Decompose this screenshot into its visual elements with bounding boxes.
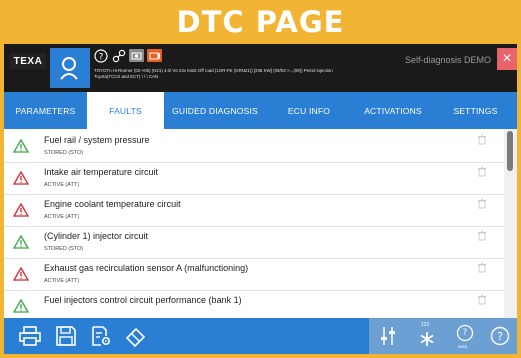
warning-triangle-icon (13, 267, 29, 281)
record-icon[interactable] (147, 49, 162, 62)
camera-icon[interactable] (129, 49, 144, 62)
link-icon[interactable] (112, 49, 126, 63)
fault-status: ACTIVE (ATT) (44, 278, 80, 284)
app-window: TEXA ? TOYOTA Hi-Runner (02->05) (N21) 4… (4, 44, 517, 354)
dtc-page-banner: DTC PAGE (0, 0, 521, 44)
tab-bar: PARAMETERS FAULTS GUIDED DIAGNOSIS ECU I… (4, 92, 517, 129)
help-icon[interactable]: ? (94, 49, 108, 63)
fault-row[interactable]: (Cylinder 1) injector circuit STORED (ST… (4, 225, 504, 259)
trash-icon[interactable] (477, 166, 487, 177)
fault-title: Intake air temperature circuit (44, 167, 159, 177)
bottom-toolbar: 123 ? WEB ? (4, 318, 517, 354)
trash-icon[interactable] (477, 294, 487, 305)
tab-faults[interactable]: FAULTS (87, 92, 164, 129)
warning-triangle-icon (13, 171, 29, 185)
fault-row[interactable]: Intake air temperature circuit ACTIVE (A… (4, 161, 504, 195)
tab-settings[interactable]: SETTINGS (434, 92, 517, 129)
numeric-keypad-button[interactable]: 123 (408, 318, 447, 354)
vehicle-info: TOYOTA Hi-Runner (02->05) (N21) 4.0i V6 … (94, 68, 333, 79)
numeric-keypad-icon (420, 332, 434, 346)
vehicle-info-line1: TOYOTA Hi-Runner (02->05) (N21) 4.0i V6 … (94, 68, 333, 73)
fault-row[interactable]: Fuel rail / system pressure STORED (STO) (4, 129, 504, 163)
vehicle-info-line2: Toyota(TCCS and ECT) \ \ \ CAN (94, 73, 159, 79)
fault-title: Exhaust gas recirculation sensor A (malf… (44, 263, 249, 273)
report-settings-icon[interactable] (90, 325, 112, 347)
trash-icon[interactable] (477, 198, 487, 209)
tune-icon (381, 327, 395, 345)
mode-label: Self-diagnosis DEMO (404, 55, 491, 65)
tab-ecu-info[interactable]: ECU INFO (266, 92, 352, 129)
tab-parameters[interactable]: PARAMETERS (4, 92, 87, 129)
fault-row[interactable]: Fuel injectors control circuit performan… (4, 289, 504, 318)
help-icon: ? (490, 326, 510, 346)
fault-row[interactable]: Exhaust gas recirculation sensor A (malf… (4, 257, 504, 291)
svg-text:?: ? (99, 53, 104, 63)
keypad-label: 123 (421, 322, 430, 328)
tab-activations[interactable]: ACTIVATIONS (352, 92, 434, 129)
tab-guided-diagnosis[interactable]: GUIDED DIAGNOSIS (164, 92, 266, 129)
top-bar: TEXA ? TOYOTA Hi-Runner (02->05) (N21) 4… (4, 44, 517, 92)
fault-list: Fuel rail / system pressure STORED (STO)… (4, 129, 517, 318)
svg-text:?: ? (497, 330, 503, 343)
trash-icon[interactable] (477, 230, 487, 241)
user-icon (60, 57, 78, 80)
tune-button[interactable] (369, 318, 407, 354)
web-label: WEB (458, 344, 468, 349)
warning-triangle-icon (13, 203, 29, 217)
fault-status: ACTIVE (ATT) (44, 182, 80, 188)
scrollbar-thumb[interactable] (507, 131, 513, 171)
erase-icon[interactable] (124, 325, 148, 347)
warning-triangle-icon (13, 299, 29, 313)
fault-title: Fuel injectors control circuit performan… (44, 295, 242, 305)
fault-title: Engine coolant temperature circuit (44, 199, 181, 209)
warning-triangle-icon (13, 139, 29, 153)
texa-logo: TEXA (10, 53, 46, 69)
fault-title: (Cylinder 1) injector circuit (44, 231, 149, 241)
fault-title: Fuel rail / system pressure (44, 135, 150, 145)
fault-status: ACTIVE (ATT) (44, 214, 80, 220)
web-help-icon: ? (456, 324, 474, 342)
save-icon[interactable] (55, 325, 77, 347)
close-button[interactable]: × (497, 48, 517, 70)
help-button[interactable]: ? (482, 318, 517, 354)
web-help-button[interactable]: ? WEB (448, 318, 481, 354)
trash-icon[interactable] (477, 262, 487, 273)
fault-status: STORED (STO) (44, 150, 84, 156)
warning-triangle-icon (13, 235, 29, 249)
user-button[interactable] (50, 48, 90, 88)
fault-status: STORED (STO) (44, 246, 84, 252)
fault-row[interactable]: Engine coolant temperature circuit ACTIV… (4, 193, 504, 227)
svg-text:?: ? (463, 328, 468, 338)
printer-icon[interactable] (18, 325, 42, 347)
trash-icon[interactable] (477, 134, 487, 145)
banner-title: DTC PAGE (176, 5, 345, 39)
